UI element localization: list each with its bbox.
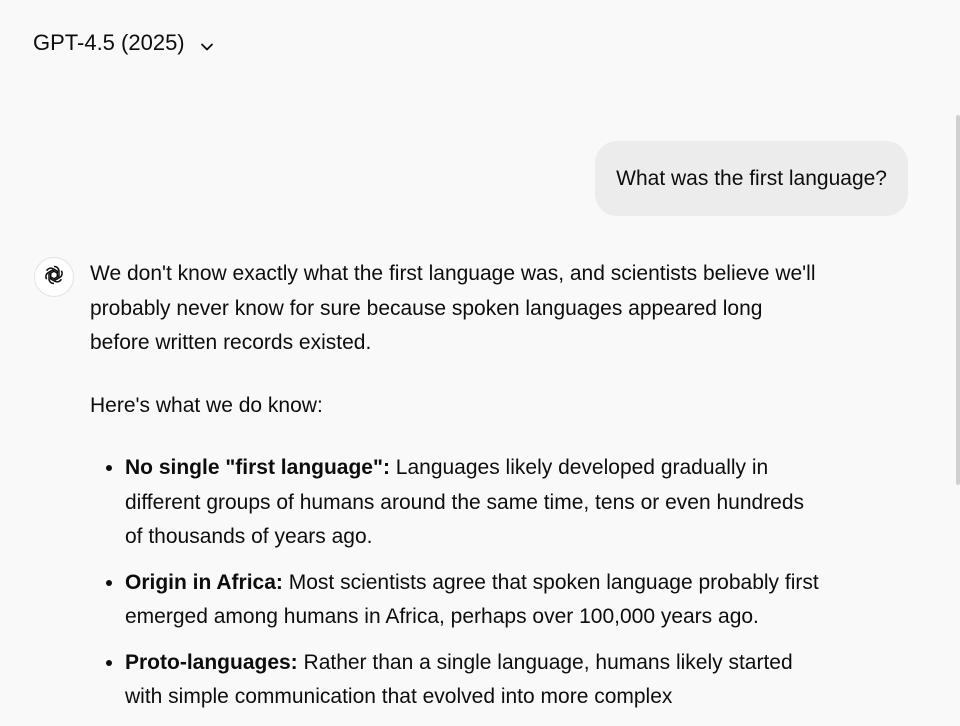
bullet-title: Origin in Africa:	[125, 570, 283, 594]
list-item: Proto-languages: Rather than a single la…	[125, 646, 820, 715]
assistant-avatar	[34, 257, 74, 297]
chat-page: GPT-4.5 (2025) What was the first langua…	[0, 0, 960, 726]
bullet-title: Proto-languages:	[125, 650, 298, 674]
model-label: GPT-4.5 (2025)	[33, 30, 185, 55]
model-selector[interactable]: GPT-4.5 (2025)	[33, 30, 215, 56]
openai-logo-icon	[42, 263, 66, 292]
scrollbar[interactable]	[956, 115, 960, 485]
chevron-down-icon	[199, 35, 215, 51]
bullet-title: No single "first language":	[125, 456, 390, 479]
user-message-bubble: What was the first language?	[595, 141, 908, 216]
response-bullet-list: No single "first language": Languages li…	[90, 451, 820, 715]
list-item: No single "first language": Languages li…	[125, 451, 820, 555]
user-message-text: What was the first language?	[616, 166, 887, 190]
response-intro: We don't know exactly what the first lan…	[90, 262, 816, 354]
assistant-response: We don't know exactly what the first lan…	[90, 257, 820, 726]
response-lead: Here's what we do know:	[90, 393, 323, 417]
list-item: Origin in Africa: Most scientists agree …	[125, 566, 820, 635]
